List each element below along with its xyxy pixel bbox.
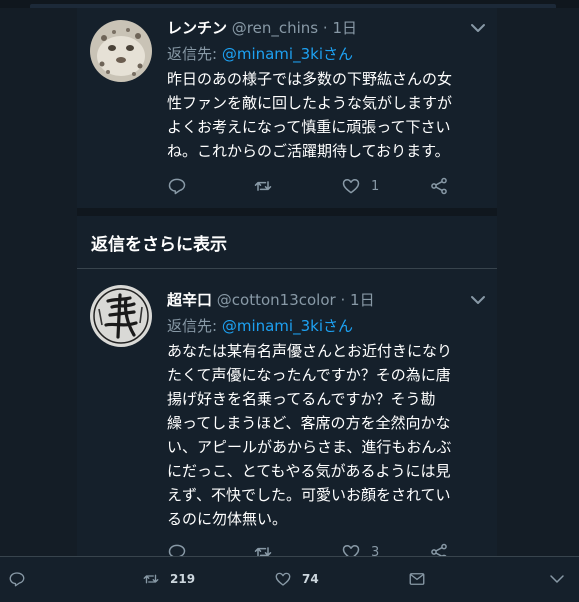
- main-retweet-button[interactable]: 219: [142, 570, 195, 588]
- tweet-header: 超辛口 @cotton13color · 1日: [167, 289, 487, 311]
- main-like-count: 74: [302, 572, 319, 586]
- main-reply-button[interactable]: [8, 570, 26, 588]
- reply-icon: [9, 572, 25, 587]
- reply-to-prefix: 返信先:: [167, 317, 222, 335]
- top-edge: [0, 0, 579, 8]
- calligraphy-avatar-image: [90, 285, 152, 347]
- user-handle[interactable]: @ren_chins: [232, 19, 318, 37]
- main-tweet-action-bar: 219 74: [0, 556, 579, 602]
- separator-dot: ·: [322, 19, 328, 37]
- like-count: 1: [371, 178, 380, 194]
- avatar[interactable]: [90, 20, 152, 82]
- timestamp[interactable]: 1日: [350, 291, 375, 309]
- retweet-button[interactable]: [253, 174, 283, 198]
- mail-icon: [409, 573, 425, 585]
- retweet-icon: [254, 181, 272, 191]
- snow-leopard-avatar-image: [90, 20, 152, 82]
- tweet-content: レンチン @ren_chins · 1日 返信先: @minami_3kiさん …: [167, 17, 487, 163]
- tweet-text: 昨日のあの様子では多数の下野紘さんの女 性ファンを敵に回したような気がしますが …: [167, 70, 453, 160]
- reply-icon: [168, 178, 186, 195]
- tweet-text: あなたは某有名声優さんとお近付きになり たくて声優になったんですか？その為に唐 …: [167, 342, 453, 528]
- like-button[interactable]: 1: [341, 174, 379, 198]
- reply-to-link[interactable]: @minami_3kiさん: [222, 317, 353, 335]
- replying-to: 返信先: @minami_3kiさん: [167, 315, 487, 337]
- replying-to: 返信先: @minami_3kiさん: [167, 43, 487, 65]
- retweet-icon: [143, 574, 159, 584]
- share-button[interactable]: [429, 174, 449, 198]
- reply-to-prefix: 返信先:: [167, 45, 222, 63]
- heart-icon: [342, 179, 360, 194]
- main-dm-button[interactable]: [408, 570, 426, 588]
- reply-tweet[interactable]: レンチン @ren_chins · 1日 返信先: @minami_3kiさん …: [77, 8, 497, 208]
- reply-to-link[interactable]: @minami_3kiさん: [222, 45, 353, 63]
- share-icon: [431, 177, 447, 195]
- main-more-button[interactable]: [548, 570, 566, 588]
- user-handle[interactable]: @cotton13color: [217, 291, 336, 309]
- display-name[interactable]: 超辛口: [167, 291, 212, 309]
- main-like-button[interactable]: 74: [274, 570, 319, 588]
- show-more-replies[interactable]: 返信をさらに表示: [77, 216, 497, 269]
- separator-dot: ·: [340, 291, 346, 309]
- tweet-header: レンチン @ren_chins · 1日: [167, 17, 487, 39]
- chevron-down-icon[interactable]: [469, 291, 487, 309]
- section-divider: [77, 208, 497, 216]
- avatar[interactable]: [90, 285, 152, 347]
- replies-panel: レンチン @ren_chins · 1日 返信先: @minami_3kiさん …: [77, 8, 497, 561]
- chevron-down-icon: [550, 575, 564, 583]
- chevron-down-icon[interactable]: [469, 19, 487, 37]
- reply-button[interactable]: [167, 174, 197, 198]
- display-name[interactable]: レンチン: [167, 19, 227, 37]
- tweet-actions: 1: [167, 174, 467, 198]
- reply-tweet[interactable]: 超辛口 @cotton13color · 1日 返信先: @minami_3ki…: [77, 270, 497, 561]
- timestamp[interactable]: 1日: [332, 19, 357, 37]
- tweet-content: 超辛口 @cotton13color · 1日 返信先: @minami_3ki…: [167, 289, 487, 531]
- heart-icon: [275, 572, 291, 586]
- main-retweet-count: 219: [170, 572, 196, 586]
- show-more-label[interactable]: 返信をさらに表示: [91, 230, 227, 255]
